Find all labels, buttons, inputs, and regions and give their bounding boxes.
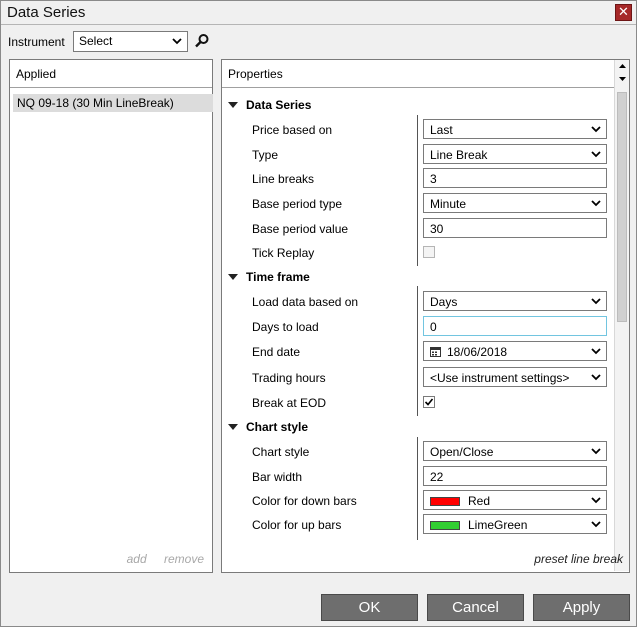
data-series-dialog: Data Series ✕ Instrument Select Applied … — [0, 0, 637, 627]
search-icon[interactable] — [194, 33, 210, 49]
end-date-label: End date — [252, 345, 301, 359]
chevron-down-icon — [591, 200, 601, 207]
chevron-down-icon — [591, 298, 601, 305]
chevron-down-icon — [591, 374, 601, 381]
collapse-arrow-icon — [228, 102, 238, 108]
color-up-label: Color for up bars — [252, 518, 342, 532]
line-breaks-label: Line breaks — [252, 172, 315, 186]
applied-list-item[interactable]: NQ 09-18 (30 Min LineBreak) — [13, 94, 213, 112]
window-title: Data Series — [7, 4, 86, 21]
properties-panel: Properties Data Series Price based on La… — [221, 59, 630, 573]
checkmark-icon — [424, 398, 434, 406]
base-period-value-input[interactable]: 30 — [423, 218, 607, 238]
base-period-type-label: Base period type — [252, 197, 343, 211]
chart-style-label: Chart style — [252, 445, 310, 459]
applied-panel: Applied NQ 09-18 (30 Min LineBreak) add … — [9, 59, 213, 573]
column-separator — [417, 437, 418, 540]
instrument-select[interactable]: Select — [73, 31, 188, 52]
tick-replay-label: Tick Replay — [252, 246, 315, 260]
price-based-on-label: Price based on — [252, 123, 333, 137]
category-data-series[interactable]: Data Series — [228, 98, 311, 112]
line-breaks-input[interactable]: 3 — [423, 168, 607, 188]
type-select[interactable]: Line Break — [423, 144, 607, 164]
chevron-down-icon — [591, 521, 601, 528]
properties-scrollbar[interactable] — [614, 60, 629, 571]
category-time-frame[interactable]: Time frame — [228, 270, 310, 284]
tick-replay-checkbox[interactable] — [423, 246, 435, 258]
color-down-select[interactable]: Red — [423, 490, 607, 510]
trading-hours-select[interactable]: <Use instrument settings> — [423, 367, 607, 387]
applied-actions: add remove — [113, 552, 204, 566]
collapse-arrow-icon — [228, 424, 238, 430]
column-separator — [417, 286, 418, 416]
chevron-down-icon — [591, 151, 601, 158]
chevron-down-icon — [591, 126, 601, 133]
remove-link[interactable]: remove — [164, 552, 204, 566]
add-link[interactable]: add — [127, 552, 147, 566]
base-period-type-select[interactable]: Minute — [423, 193, 607, 213]
cancel-button[interactable]: Cancel — [427, 594, 524, 621]
break-at-eod-checkbox[interactable] — [423, 396, 435, 408]
instrument-select-value: Select — [79, 34, 113, 48]
scrollbar-thumb[interactable] — [617, 92, 627, 322]
applied-header: Applied — [10, 60, 212, 88]
bar-width-label: Bar width — [252, 470, 303, 484]
calendar-icon — [430, 347, 441, 357]
bar-width-input[interactable]: 22 — [423, 466, 607, 486]
close-icon: ✕ — [618, 4, 629, 19]
color-up-select[interactable]: LimeGreen — [423, 514, 607, 534]
trading-hours-label: Trading hours — [252, 371, 326, 385]
chevron-down-icon — [591, 448, 601, 455]
preset-link[interactable]: preset line break — [534, 552, 623, 566]
chevron-down-icon — [591, 497, 601, 504]
end-date-picker[interactable]: 18/06/2018 — [423, 341, 607, 361]
chevron-down-icon — [172, 38, 182, 45]
chevron-down-icon — [591, 348, 601, 355]
category-chart-style[interactable]: Chart style — [228, 420, 308, 434]
chart-style-select[interactable]: Open/Close — [423, 441, 607, 461]
collapse-arrow-icon — [228, 274, 238, 280]
column-separator — [417, 115, 418, 266]
color-swatch-down — [430, 497, 460, 506]
days-to-load-input[interactable]: 0 — [423, 316, 607, 336]
load-data-based-on-select[interactable]: Days — [423, 291, 607, 311]
price-based-on-select[interactable]: Last — [423, 119, 607, 139]
days-to-load-label: Days to load — [252, 320, 319, 334]
ok-button[interactable]: OK — [321, 594, 418, 621]
base-period-value-label: Base period value — [252, 222, 349, 236]
color-swatch-up — [430, 521, 460, 530]
properties-header: Properties — [222, 60, 614, 88]
type-label: Type — [252, 148, 279, 162]
title-bar: Data Series ✕ — [1, 1, 636, 25]
close-button[interactable]: ✕ — [615, 4, 632, 21]
scroll-down-icon[interactable] — [618, 74, 627, 83]
color-down-label: Color for down bars — [252, 494, 357, 508]
instrument-label: Instrument — [8, 35, 65, 49]
apply-button[interactable]: Apply — [533, 594, 630, 621]
load-data-based-on-label: Load data based on — [252, 295, 359, 309]
break-at-eod-label: Break at EOD — [252, 396, 327, 410]
scroll-up-icon[interactable] — [618, 62, 627, 71]
